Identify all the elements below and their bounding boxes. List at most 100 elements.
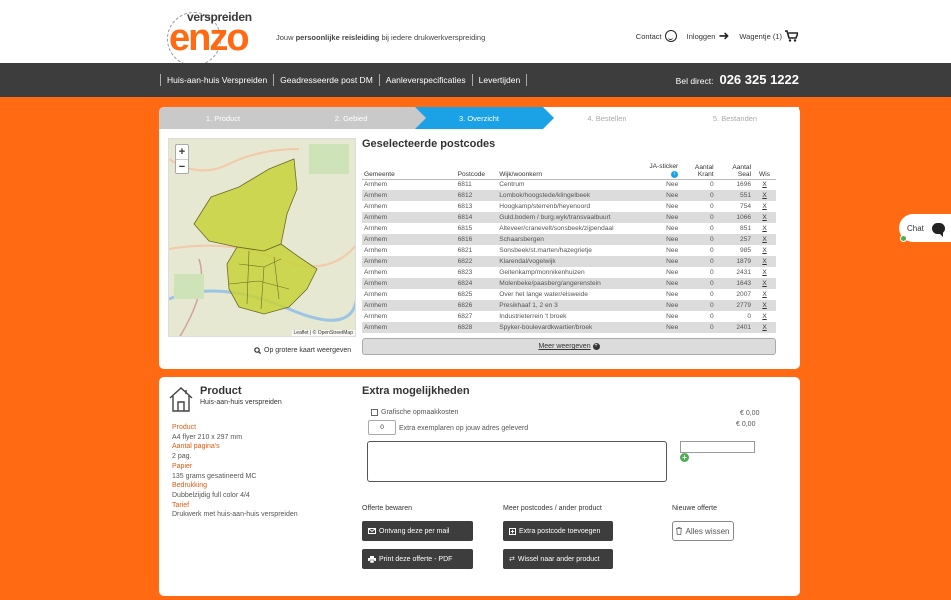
cell-postcode: 6814 [455,212,498,223]
cell-wijk: Guld.bodem / burg.wyk/transvaalbuurt [497,212,643,223]
plus-square-icon [509,527,516,535]
phone-number[interactable]: 026 325 1222 [719,72,799,87]
map-attribution[interactable]: Leaflet | © OpenStreetMap [291,330,355,336]
notes-textarea[interactable] [367,441,667,482]
table-row: Arnhem 6821 Sonsbeek/st.marten/hazegrietje… [362,245,776,256]
delete-row-button[interactable]: X [753,201,776,212]
table-row: Arnhem 6814 Guld.bodem / burg.wyk/transvaa… [362,212,776,223]
cell-wijk: Geitenkamp/monnikenhuizen [499,269,585,276]
spec-key: Bedrukking [172,482,208,490]
table-header-row: Gemeente Postcode Wijk/woonkern JA-stick… [362,159,776,180]
nav-aanleverspecificaties[interactable]: Aanleverspecificaties [378,74,472,86]
switch-product-button[interactable]: ⇄ Wissel naar ander product [503,549,613,569]
cell-gemeente: Arnhem [364,181,388,189]
delete-row-button[interactable]: X [753,256,776,267]
cell-wijk: Centrum [499,181,525,189]
col-krant: Aantal Krant [680,159,716,180]
delete-row-button[interactable]: X [753,267,776,278]
cell-wijk: Alteveer/cranevelt/sonsbeek/zijpendaal [499,225,614,232]
zoom-in-button[interactable]: + [176,145,188,159]
cart-link[interactable]: Wagentje (1) [739,30,798,42]
cell-postcode: 6813 [457,203,473,210]
cell-gemeente: Arnhem [362,278,456,289]
col-gemeente: Gemeente [362,159,456,180]
main-navbar: Huis-aan-huis Verspreiden Geadresseerde … [0,63,951,97]
plus-circle-icon: + [592,342,600,350]
cell-seal: 1696 [736,181,752,189]
delete-row-button[interactable]: X [753,322,776,333]
delete-row-button[interactable]: X [753,311,776,322]
product-title: Product [200,385,242,397]
table-row: Arnhem 6828 Spyker-boulevardkwartier/broek… [362,322,776,333]
progress-steps: 1. Product 2. Gebied 3. Overzicht 4. Bes… [159,107,800,129]
step-product[interactable]: 1. Product [159,107,298,129]
cell-krant: 0 [709,247,714,254]
delete-row-button[interactable]: X [753,190,776,201]
cell-gemeente: Arnhem [364,313,388,320]
delete-row-button[interactable]: X [753,245,776,256]
table-row: Arnhem 6813 Hoogkamp/sterrenb/heyenoord Nee… [362,201,776,212]
phone-block: Bel direct: 026 325 1222 [676,72,799,87]
delete-row-button[interactable]: X [753,179,776,190]
envelope-icon [368,528,376,534]
cell-sticker: Nee [666,247,679,254]
cell-gemeente: Arnhem [362,190,456,201]
nav-levertijden[interactable]: Levertijden [471,74,528,86]
cell-postcode: 6821 [457,247,473,254]
cell-sticker: Nee [642,212,681,223]
grafische-option[interactable]: Grafische opmaakkosten [371,409,458,416]
cell-sticker: Nee [666,313,679,320]
table-row: Arnhem 6825 Over het lange water/elsweide N… [362,289,776,300]
spec-value: 2 pag. [172,453,192,461]
nav-geadresseerde-post[interactable]: Geadresseerde post DM [273,74,379,86]
contact-link[interactable]: Contact [636,30,677,42]
grafische-checkbox[interactable] [371,409,378,416]
show-more-button[interactable]: Meer weergeven + [362,338,776,355]
cell-wijk: Spyker-boulevardkwartier/broek [497,322,643,333]
cell-seal: 2401 [715,322,754,333]
table-row: Arnhem 6824 Molenbeke/paasberg/angerenstei… [362,278,776,289]
cell-sticker: Nee [666,269,679,276]
login-link[interactable]: Inloggen ➜ [687,29,730,42]
add-postcode-button[interactable]: Extra postcode toevoegen [503,521,613,541]
cell-seal: 1879 [715,256,754,267]
cell-seal: 2431 [736,269,752,276]
delete-row-button[interactable]: X [753,300,776,311]
cell-wijk: Hoogkamp/sterrenb/heyenoord [499,203,591,210]
extra-postcode-input[interactable] [680,441,755,453]
delete-row-button[interactable]: X [753,289,776,300]
add-plus-icon[interactable]: + [680,453,689,462]
delete-row-button[interactable]: X [753,223,776,234]
delete-row-button[interactable]: X [753,212,776,223]
cell-sticker: Nee [642,234,681,245]
delete-row-button[interactable]: X [753,278,776,289]
map-zoom-control: + − [175,144,189,174]
cell-wijk: Over het lange water/elsweide [499,291,588,298]
col-wijk: Wijk/woonkern [497,159,643,180]
cell-krant: 0 [709,181,714,189]
cell-sticker: Nee [666,203,679,210]
cell-krant: 0 [680,234,716,245]
smiley-icon [664,30,677,42]
delete-row-button[interactable]: X [753,234,776,245]
step-overzicht[interactable]: 3. Overzicht [415,107,554,129]
cell-wijk: Molenbeke/paasberg/angerenstein [497,278,643,289]
step-gebied[interactable]: 2. Gebied [287,107,426,129]
info-icon[interactable]: i [671,170,679,178]
cell-krant: 0 [709,313,714,320]
col-wis: Wis [753,159,776,180]
zoom-out-button[interactable]: − [176,159,188,173]
postcode-map[interactable]: + − Leaflet | © OpenStreetMap [168,138,356,337]
enzo-logo[interactable]: verspreiden enzo [165,6,275,66]
mail-offer-button[interactable]: Ontvang deze per mail [362,521,473,541]
nav-huis-aan-huis[interactable]: Huis-aan-huis Verspreiden [160,74,273,86]
cell-postcode: 6828 [455,322,498,333]
spec-value: 135 grams gesatineerd MC [172,472,257,480]
print-offer-button[interactable]: Print deze offerte - PDF [362,549,473,569]
cell-sticker: Nee [642,256,681,267]
bigger-map-link[interactable]: Op grotere kaart weergeven [254,347,351,354]
chat-bubble-icon [931,222,945,237]
clear-all-button[interactable]: Alles wissen [672,521,734,541]
extra-copies-input[interactable]: 0 [368,420,396,435]
cell-wijk: Schaarsbergen [497,234,643,245]
